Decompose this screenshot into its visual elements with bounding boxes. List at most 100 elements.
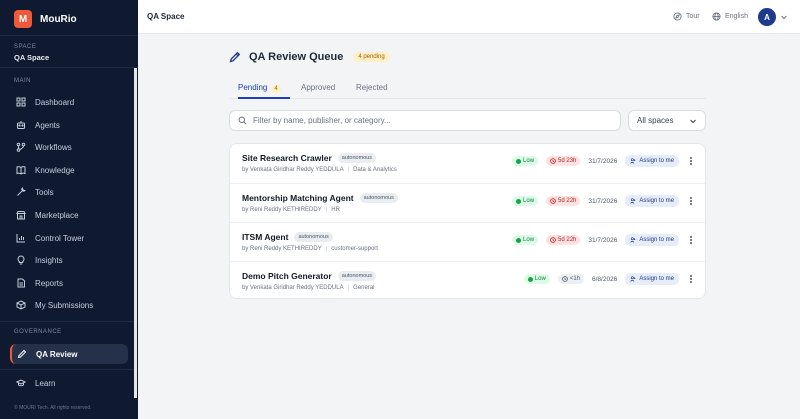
space-name[interactable]: QA Space	[14, 53, 49, 62]
more-options-icon[interactable]	[687, 274, 695, 284]
row-meta: by Reni Reddy KETHIREDDY | HR	[242, 207, 340, 213]
assign-to-me-button[interactable]: Assign to me	[625, 155, 679, 167]
workflow-icon	[16, 142, 26, 152]
search-input[interactable]	[253, 116, 613, 125]
row-actions: Low 5d 22h 31/7/2026 Assign to me	[512, 195, 695, 207]
review-tabs: Pending 4 Approved Rejected	[229, 80, 706, 99]
page-title: QA Review Queue	[249, 51, 344, 63]
risk-label: Low	[523, 158, 535, 164]
assign-label: Assign to me	[639, 198, 674, 204]
agent-type-tag: autonomous	[359, 193, 398, 203]
tab-rejected[interactable]: Rejected	[356, 83, 388, 99]
category: Data & Analytics	[353, 167, 397, 173]
assign-to-me-button[interactable]: Assign to me	[625, 234, 679, 246]
sidebar-item-label: Dashboard	[35, 97, 75, 107]
row-actions: Low <1h 6/8/2026 Assign to me	[523, 273, 695, 285]
sidebar-item-label: Tools	[35, 187, 54, 197]
row-title: Demo Pitch Generator autonomous	[242, 271, 377, 281]
risk-label: Low	[523, 237, 535, 243]
sidebar-item-control-tower[interactable]: Control Tower	[10, 228, 128, 248]
pending-count-badge: 4 pending	[353, 52, 390, 62]
meta-separator: |	[325, 246, 328, 252]
category: HR	[331, 207, 340, 213]
more-options-icon[interactable]	[687, 196, 695, 206]
language-selector[interactable]: English	[712, 12, 748, 21]
language-label: English	[725, 13, 748, 20]
sidebar-item-dashboard[interactable]: Dashboard	[10, 92, 128, 112]
search-box	[229, 110, 621, 131]
tab-count-badge: 4	[271, 85, 281, 93]
risk-dot-icon	[527, 276, 533, 282]
sidebar-item-label: QA Review	[36, 349, 78, 359]
pen-icon	[229, 51, 241, 63]
clock-icon	[550, 198, 556, 204]
assign-to-me-button[interactable]: Assign to me	[625, 195, 679, 207]
list-item[interactable]: ITSM Agent autonomous by Reni Reddy KETH…	[230, 222, 705, 261]
assign-to-me-button[interactable]: Assign to me	[625, 273, 679, 285]
sidebar-scrollbar[interactable]	[134, 68, 137, 398]
category: customer-support	[331, 246, 378, 252]
tab-approved[interactable]: Approved	[301, 83, 335, 99]
agent-type-tag: autonomous	[294, 232, 333, 242]
agent-name[interactable]: Site Research Crawler	[242, 153, 332, 163]
clock-icon	[562, 276, 568, 282]
assign-label: Assign to me	[639, 158, 674, 164]
row-meta: by Reni Reddy KETHIREDDY | customer-supp…	[242, 246, 378, 252]
wrench-icon	[17, 187, 26, 196]
space-filter-select[interactable]: All spaces	[628, 110, 706, 131]
sidebar-item-knowledge[interactable]: Knowledge	[10, 160, 128, 180]
avatar[interactable]: A	[758, 8, 776, 26]
sidebar-item-label: Agents	[35, 120, 60, 130]
tour-button[interactable]: Tour	[673, 12, 700, 21]
sidebar-item-tools[interactable]: Tools	[10, 182, 128, 202]
sidebar-item-insights[interactable]: Insights	[10, 250, 128, 270]
risk-dot-icon	[516, 198, 522, 204]
more-options-icon[interactable]	[687, 235, 695, 245]
chevron-down-icon[interactable]	[780, 13, 788, 21]
row-actions: Low 5d 22h 31/7/2026 Assign to me	[512, 234, 695, 246]
sidebar-item-agents[interactable]: Agents	[10, 115, 128, 135]
row-actions: Low 5d 23h 31/7/2026 Assign to me	[512, 155, 695, 167]
risk-badge: Low	[523, 274, 550, 284]
sla-badge: 5d 22h	[546, 235, 581, 245]
publisher: by Venkata Giridhar Reddy YEDDULA	[242, 285, 344, 291]
publisher: by Reni Reddy KETHIREDDY	[242, 207, 322, 213]
user-plus-icon	[630, 158, 636, 164]
sla-label: 5d 22h	[558, 198, 577, 204]
agent-name[interactable]: Demo Pitch Generator	[242, 271, 332, 281]
sidebar-item-learn[interactable]: Learn	[10, 373, 128, 393]
list-item[interactable]: Site Research Crawler autonomous by Venk…	[230, 144, 705, 183]
sla-label: 5d 23h	[558, 158, 577, 164]
tab-label: Rejected	[356, 83, 388, 92]
tab-pending[interactable]: Pending 4	[238, 83, 290, 99]
meta-separator: |	[325, 207, 328, 213]
sidebar-divider	[0, 369, 138, 370]
risk-label: Low	[534, 276, 546, 282]
risk-dot-icon	[516, 237, 522, 243]
sidebar-item-reports[interactable]: Reports	[10, 273, 128, 293]
sidebar-divider	[0, 35, 138, 36]
tour-label: Tour	[686, 13, 700, 20]
sidebar-item-label: Learn	[35, 378, 56, 388]
more-options-icon[interactable]	[687, 156, 695, 166]
sla-badge: <1h	[557, 274, 584, 284]
sidebar-item-label: My Submissions	[35, 300, 94, 310]
main-section-label: MAIN	[14, 78, 31, 84]
tab-label: Pending	[238, 83, 268, 92]
compass-icon	[673, 12, 682, 21]
sidebar-item-workflows[interactable]: Workflows	[10, 137, 128, 157]
assign-label: Assign to me	[639, 276, 674, 282]
sla-label: <1h	[569, 276, 580, 282]
row-meta: by Venkata Giridhar Reddy YEDDULA | Gene…	[242, 285, 375, 291]
list-item[interactable]: Mentorship Matching Agent autonomous by …	[230, 183, 705, 222]
sla-label: 5d 22h	[558, 237, 577, 243]
sidebar-item-my-submissions[interactable]: My Submissions	[10, 295, 128, 315]
brand[interactable]: M MouRio	[14, 10, 77, 28]
sidebar-item-qa-review[interactable]: QA Review	[10, 344, 128, 364]
meta-separator: |	[347, 285, 350, 291]
agent-name[interactable]: ITSM Agent	[242, 232, 288, 242]
agent-name[interactable]: Mentorship Matching Agent	[242, 193, 354, 203]
list-item[interactable]: Demo Pitch Generator autonomous by Venka…	[230, 261, 705, 298]
sidebar-item-label: Knowledge	[35, 165, 75, 175]
sidebar-item-marketplace[interactable]: Marketplace	[10, 205, 128, 225]
